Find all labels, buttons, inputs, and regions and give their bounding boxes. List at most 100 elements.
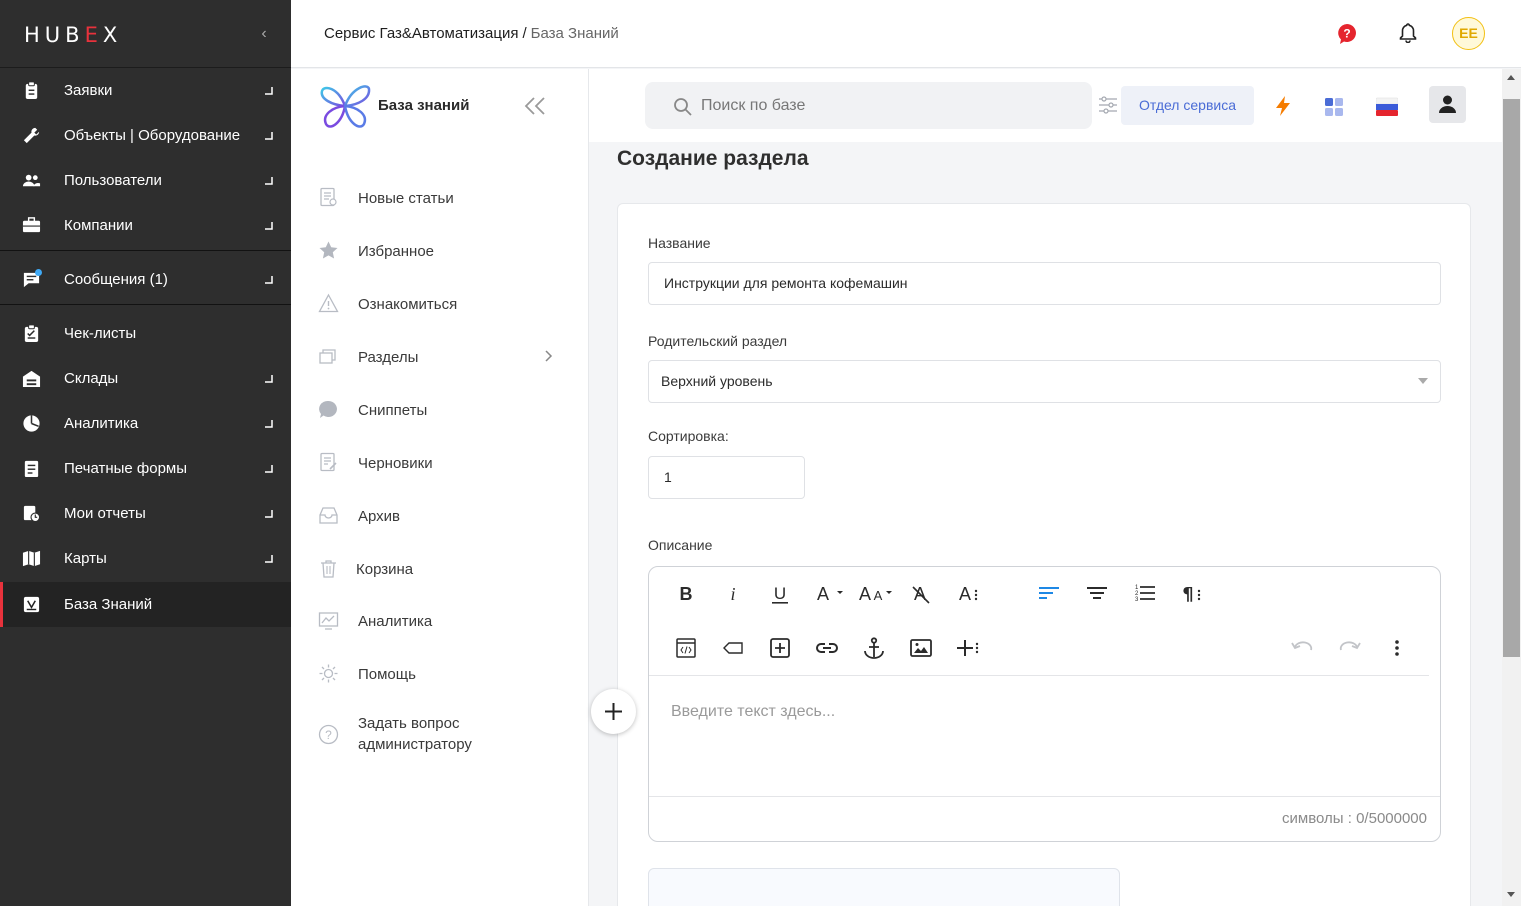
insert-image-button[interactable]	[908, 635, 934, 661]
anchor-button[interactable]	[861, 635, 887, 661]
bell-icon[interactable]	[1399, 23, 1417, 43]
more-options-button[interactable]	[1384, 635, 1410, 661]
sidebar-item-print-forms[interactable]: Печатные формы	[0, 446, 291, 491]
insert-more-button[interactable]	[955, 635, 981, 661]
kb-item-snippets[interactable]: Сниппеты	[291, 389, 589, 429]
sidebar-item-warehouses[interactable]: Склады	[0, 356, 291, 401]
archive-icon	[319, 507, 338, 524]
italic-button[interactable]: i	[720, 581, 746, 607]
kb-item-ask-admin[interactable]: ? Задать вопрос администратору	[291, 713, 589, 763]
unread-badge	[35, 269, 42, 276]
align-center-button[interactable]	[1084, 581, 1110, 607]
lightning-icon[interactable]	[1273, 95, 1293, 117]
sidebar-item-analytics[interactable]: Аналитика	[0, 401, 291, 446]
redo-button[interactable]	[1337, 635, 1363, 661]
text-style-button[interactable]: A	[955, 581, 981, 607]
sidebar-item-objects[interactable]: Объекты | Оборудование	[0, 113, 291, 158]
kb-item-analytics[interactable]: Аналитика	[291, 600, 589, 640]
kb-item-label: Корзина	[356, 561, 414, 578]
code-view-button[interactable]	[673, 635, 699, 661]
kb-item-favorites[interactable]: Избранное	[291, 230, 589, 270]
rich-text-editor[interactable]: B i U A AA A A 123 ¶	[648, 566, 1441, 842]
align-left-icon	[1039, 587, 1059, 599]
sidebar-item-maps[interactable]: Карты	[0, 536, 291, 581]
sections-icon	[319, 349, 336, 364]
sidebar-item-users[interactable]: Пользователи	[0, 158, 291, 203]
sidebar-item-my-reports[interactable]: Мои отчеты	[0, 491, 291, 536]
sidebar-item-checklists[interactable]: Чек-листы	[0, 311, 291, 356]
add-block-button[interactable]	[591, 689, 636, 734]
scroll-down-arrow-icon[interactable]	[1507, 892, 1515, 897]
svg-text:B: B	[680, 584, 693, 604]
kb-item-trash[interactable]: Корзина	[291, 548, 589, 588]
kb-item-label: Новые статьи	[358, 190, 454, 207]
image-icon	[910, 639, 932, 657]
question-icon: ?	[318, 724, 339, 745]
search-input[interactable]	[701, 82, 1081, 129]
insert-block-button[interactable]	[767, 635, 793, 661]
editor-content-area[interactable]: Введите текст здесь...	[671, 703, 835, 721]
kb-item-acknowledge[interactable]: Ознакомиться	[291, 283, 589, 323]
sidebar-item-companies[interactable]: Компании	[0, 203, 291, 248]
sidebar-divider	[0, 250, 291, 251]
font-size-button[interactable]: AA	[857, 581, 897, 607]
sidebar-item-label: Чек-листы	[64, 325, 137, 342]
apps-grid-icon[interactable]	[1324, 97, 1344, 117]
svg-text:3: 3	[1135, 597, 1139, 603]
double-chevron-left-icon[interactable]	[524, 96, 546, 116]
sort-label: Сортировка:	[648, 428, 729, 444]
kb-item-new-articles[interactable]: Новые статьи	[291, 177, 589, 217]
underline-button[interactable]: U	[767, 581, 793, 607]
bold-button[interactable]: B	[673, 581, 699, 607]
plus-icon	[605, 703, 622, 720]
sidebar-item-label: Компании	[64, 217, 133, 234]
clear-format-button[interactable]: A	[908, 581, 934, 607]
attachment-dropzone[interactable]	[648, 868, 1120, 906]
sidebar-item-messages[interactable]: Сообщения (1)	[0, 257, 291, 302]
corner-arrow-icon	[265, 222, 273, 230]
sidebar-item-label: Карты	[64, 550, 107, 567]
scroll-up-arrow-icon[interactable]	[1507, 75, 1515, 80]
ordered-list-button[interactable]: 123	[1131, 581, 1157, 607]
align-left-button[interactable]	[1036, 581, 1062, 607]
tag-button[interactable]	[720, 635, 746, 661]
scrollbar-thumb[interactable]	[1503, 99, 1520, 657]
warning-icon	[318, 293, 339, 313]
draft-icon	[320, 452, 337, 472]
sidebar-collapse-button[interactable]: ‹	[256, 24, 272, 44]
pie-chart-icon	[23, 415, 40, 432]
wrench-icon	[23, 127, 40, 144]
russian-flag-icon[interactable]	[1376, 97, 1398, 117]
paragraph-button[interactable]: ¶	[1178, 581, 1204, 607]
user-menu-button[interactable]	[1429, 86, 1466, 123]
redo-icon	[1339, 641, 1361, 651]
help-icon[interactable]: ?	[1337, 23, 1357, 45]
breadcrumb-service-link[interactable]: Сервис Газ&Автоматизация	[324, 25, 518, 42]
kb-item-label: Черновики	[358, 455, 433, 472]
kb-item-archive[interactable]: Архив	[291, 495, 589, 535]
font-color-button[interactable]: A	[813, 581, 849, 607]
sidebar-item-requests[interactable]: Заявки	[0, 68, 291, 113]
text-style-icon: A	[959, 584, 978, 604]
page-scrollbar[interactable]	[1502, 69, 1521, 906]
corner-arrow-icon	[265, 132, 273, 140]
tag-icon	[723, 642, 743, 654]
code-view-icon	[676, 638, 696, 658]
avatar[interactable]: EE	[1452, 17, 1485, 50]
kb-item-sections[interactable]: Разделы	[291, 336, 589, 376]
breadcrumb-current: База Знаний	[530, 25, 619, 42]
undo-button[interactable]	[1289, 635, 1315, 661]
knowledge-base-panel: База знаний Новые статьи Избранное Ознак…	[291, 69, 589, 906]
italic-icon: i	[730, 584, 735, 604]
sidebar-item-knowledge-base[interactable]: База Знаний	[0, 582, 291, 627]
sort-field[interactable]: 1	[648, 456, 805, 499]
app-logo[interactable]: HUBEX	[24, 23, 122, 47]
department-button[interactable]: Отдел сервиса	[1121, 86, 1254, 125]
kb-item-help[interactable]: Помощь	[291, 653, 589, 693]
snippet-icon	[319, 400, 337, 418]
parent-section-select[interactable]: Верхний уровень	[648, 360, 1441, 403]
name-field[interactable]: Инструкции для ремонта кофемашин	[648, 262, 1441, 305]
insert-link-button[interactable]	[814, 635, 840, 661]
filter-sliders-icon[interactable]	[1098, 95, 1118, 115]
kb-item-drafts[interactable]: Черновики	[291, 442, 589, 482]
